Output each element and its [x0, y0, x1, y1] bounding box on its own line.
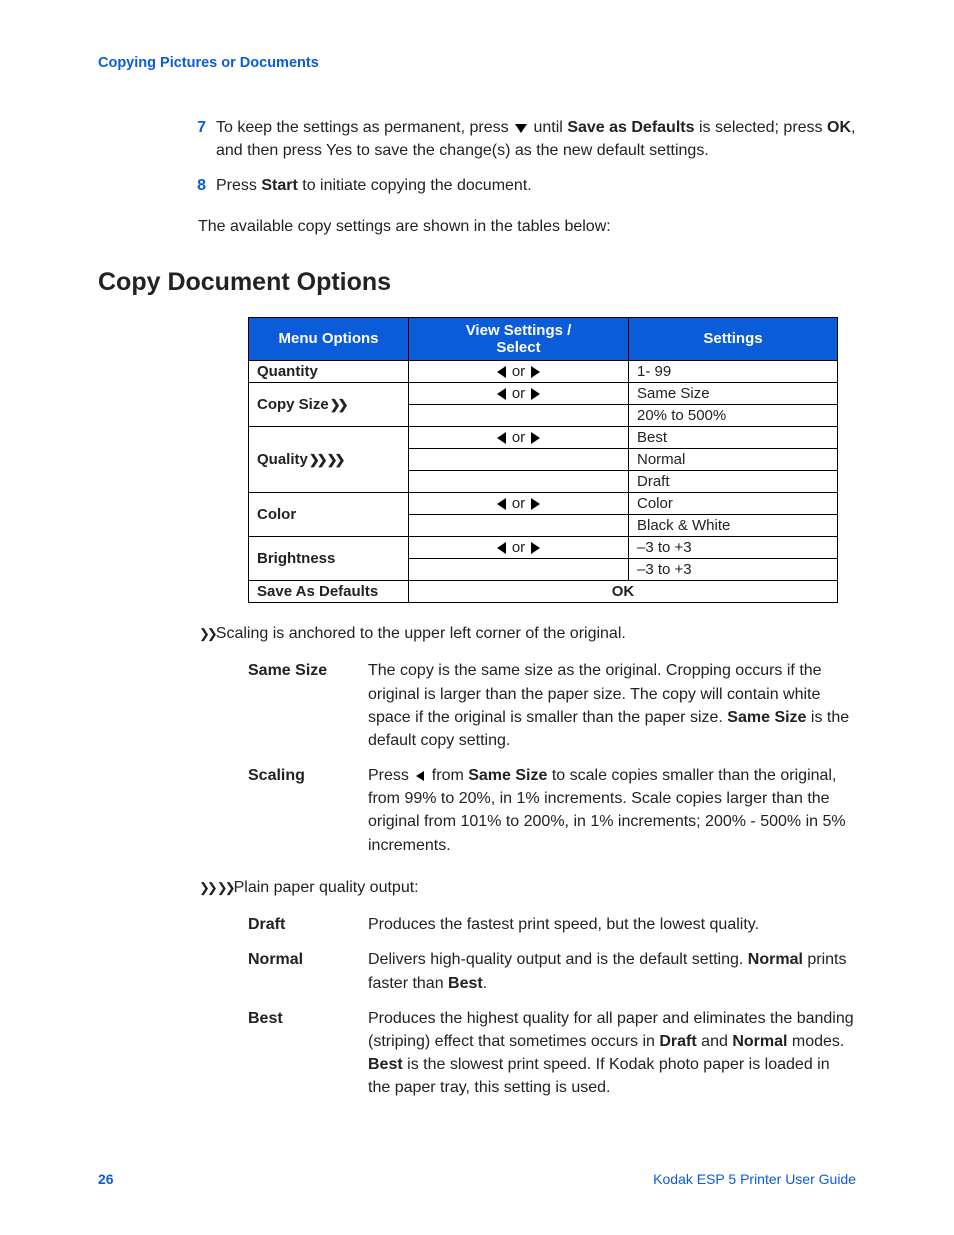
cell-view — [409, 514, 629, 536]
definition-term: Normal — [248, 948, 368, 994]
definition-term: Scaling — [248, 764, 368, 857]
cell-menu: Brightness — [249, 536, 409, 580]
footnote-marker-icon: ❯❯ — [199, 879, 215, 897]
footnote-marker-icon: ❯❯ — [199, 625, 215, 643]
footnote-1: ❯❯Scaling is anchored to the upper left … — [198, 623, 856, 645]
definition-term: Same Size — [248, 659, 368, 752]
cell-menu: Quality❯❯❯❯ — [249, 426, 409, 492]
cell-view: or — [409, 492, 629, 514]
definition-body: Delivers high-quality output and is the … — [368, 948, 856, 994]
definition-best: Best Produces the highest quality for al… — [248, 1007, 856, 1100]
cell-view — [409, 448, 629, 470]
table-row: Copy Size❯❯ or Same Size — [249, 382, 838, 404]
cell-setting: Color — [629, 492, 838, 514]
cell-menu: Quantity — [249, 360, 409, 382]
cell-view — [409, 470, 629, 492]
left-arrow-icon — [497, 388, 506, 400]
footnote-marker-icon: ❯❯ — [327, 452, 343, 468]
definition-term: Draft — [248, 913, 368, 936]
table-row: Quantity or 1- 99 — [249, 360, 838, 382]
left-arrow-icon — [497, 366, 506, 378]
cell-setting: Normal — [629, 448, 838, 470]
cell-view: or — [409, 426, 629, 448]
footnote-marker-icon: ❯❯ — [330, 397, 346, 413]
th-view: View Settings / Select — [409, 317, 629, 360]
table-row: Quality❯❯❯❯ or Best — [249, 426, 838, 448]
step-8: 8 Press Start to initiate copying the do… — [178, 174, 856, 197]
definition-body: Produces the fastest print speed, but th… — [368, 913, 856, 936]
cell-setting: –3 to +3 — [629, 558, 838, 580]
cell-ok: OK — [409, 580, 838, 602]
step-7: 7 To keep the settings as permanent, pre… — [178, 116, 856, 162]
left-arrow-icon — [497, 542, 506, 554]
right-arrow-icon — [531, 498, 540, 510]
cell-setting: Same Size — [629, 382, 838, 404]
footnote-marker-icon: ❯❯ — [309, 452, 325, 468]
cell-setting: –3 to +3 — [629, 536, 838, 558]
cell-setting: 20% to 500% — [629, 404, 838, 426]
guide-title: Kodak ESP 5 Printer User Guide — [653, 1171, 856, 1187]
table-row: Brightness or –3 to +3 — [249, 536, 838, 558]
cell-menu: Color — [249, 492, 409, 536]
down-arrow-icon — [515, 124, 527, 133]
table-row: Color or Color — [249, 492, 838, 514]
left-arrow-icon — [416, 771, 424, 781]
right-arrow-icon — [531, 388, 540, 400]
cell-view: or — [409, 360, 629, 382]
cell-setting: Draft — [629, 470, 838, 492]
right-arrow-icon — [531, 542, 540, 554]
step-text: To keep the settings as permanent, press… — [216, 116, 856, 162]
page-number: 26 — [98, 1171, 114, 1187]
definition-normal: Normal Delivers high-quality output and … — [248, 948, 856, 994]
definition-body: Produces the highest quality for all pap… — [368, 1007, 856, 1100]
cell-view — [409, 404, 629, 426]
footnote-2: ❯❯❯❯Plain paper quality output: — [198, 877, 856, 899]
step-text: Press Start to initiate copying the docu… — [216, 174, 856, 197]
copy-options-table: Menu Options View Settings / Select Sett… — [248, 317, 838, 603]
cell-setting: Best — [629, 426, 838, 448]
definition-body: Press from Same Size to scale copies sma… — [368, 764, 856, 857]
definition-body: The copy is the same size as the origina… — [368, 659, 856, 752]
th-settings: Settings — [629, 317, 838, 360]
breadcrumb-link[interactable]: Copying Pictures or Documents — [98, 55, 856, 71]
cell-menu: Save As Defaults — [249, 580, 409, 602]
right-arrow-icon — [531, 432, 540, 444]
left-arrow-icon — [497, 432, 506, 444]
cell-view: or — [409, 536, 629, 558]
cell-setting: Black & White — [629, 514, 838, 536]
section-heading: Copy Document Options — [98, 268, 856, 297]
cell-view — [409, 558, 629, 580]
step-number: 8 — [178, 174, 206, 197]
definition-draft: Draft Produces the fastest print speed, … — [248, 913, 856, 936]
th-menu: Menu Options — [249, 317, 409, 360]
definition-same-size: Same Size The copy is the same size as t… — [248, 659, 856, 752]
cell-menu: Copy Size❯❯ — [249, 382, 409, 426]
cell-setting: 1- 99 — [629, 360, 838, 382]
left-arrow-icon — [497, 498, 506, 510]
page-footer: 26 Kodak ESP 5 Printer User Guide — [98, 1171, 856, 1187]
cell-view: or — [409, 382, 629, 404]
footnote-marker-icon: ❯❯ — [217, 879, 233, 897]
right-arrow-icon — [531, 366, 540, 378]
step-number: 7 — [178, 116, 206, 162]
definition-scaling: Scaling Press from Same Size to scale co… — [248, 764, 856, 857]
definition-term: Best — [248, 1007, 368, 1100]
table-row: Save As Defaults OK — [249, 580, 838, 602]
intro-text: The available copy settings are shown in… — [198, 216, 856, 238]
